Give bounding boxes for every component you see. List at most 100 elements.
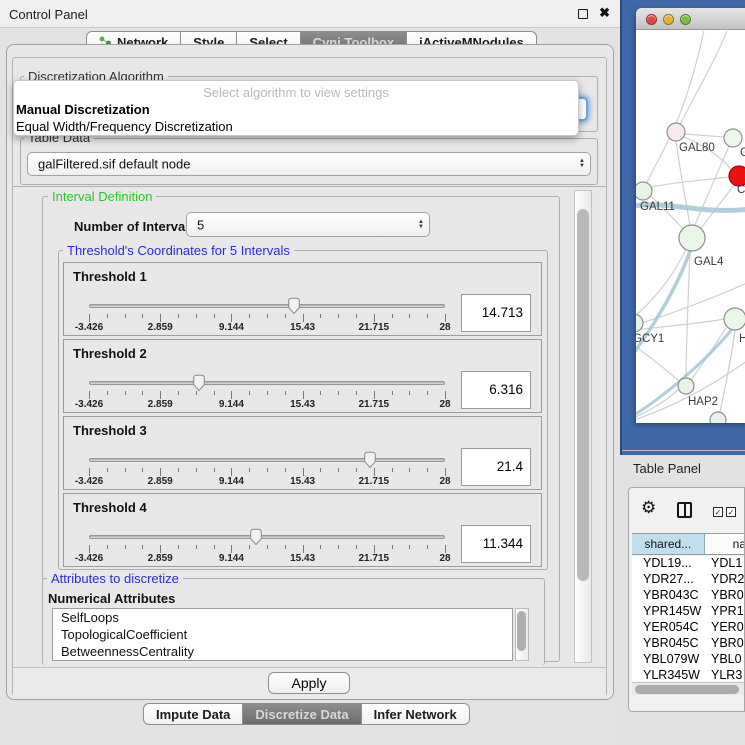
node-label: GCY1 [636, 333, 664, 345]
threshold-panel-4: Threshold 4-3.4262.8599.14415.4321.71528… [63, 493, 542, 567]
dropdown-hint-item[interactable]: Select algorithm to view settings [14, 81, 578, 101]
cell-shared-name: YDR27... [632, 572, 707, 588]
network-window[interactable]: GAL80GACGAL11GAL4GCY1HHAP2 [636, 8, 745, 423]
network-node[interactable] [679, 225, 705, 251]
apply-button[interactable]: Apply [268, 672, 350, 694]
slider-track[interactable] [89, 381, 445, 385]
split-columns-icon[interactable] [677, 502, 692, 518]
dropdown-item-manual-discretization[interactable]: Manual Discretization [14, 101, 578, 118]
table-row[interactable]: YBR045CYBR0 [632, 636, 745, 652]
network-node[interactable] [710, 412, 726, 423]
node-label: C [737, 184, 745, 196]
zoom-traffic-light-icon[interactable] [680, 14, 691, 25]
screen: Control Panel ✖ NetworkStyleSelectCyni T… [0, 0, 745, 745]
panel-title: Control Panel [9, 7, 88, 22]
cell-shared-name: YBR043C [632, 588, 707, 604]
network-window-titlebar[interactable] [636, 8, 745, 30]
attributes-scrollbar[interactable] [515, 608, 529, 661]
checkbox-icon[interactable]: ✓ [726, 507, 736, 517]
cell-shared-name: YPR145W [632, 604, 707, 620]
network-node[interactable] [729, 166, 745, 186]
attributes-group-label: Attributes to discretize [47, 571, 183, 586]
tab-label: Discretize Data [255, 707, 348, 722]
table-row[interactable]: YDL19...YDL1 [632, 556, 745, 572]
panel-scrollbar[interactable] [574, 190, 592, 663]
tab-discretize-data[interactable]: Discretize Data [243, 703, 361, 725]
network-node[interactable] [724, 308, 745, 330]
numerical-attributes-list[interactable]: SelfLoopsTopologicalCoefficientBetweenne… [52, 608, 513, 661]
slider-track[interactable] [89, 458, 445, 462]
threshold-label: Threshold 3 [73, 423, 147, 438]
cyni-mode-tabs: Impute Data Discretize Data Infer Network [143, 703, 470, 725]
cell-name: YLR3 [707, 668, 745, 681]
slider-tick-labels: -3.4262.8599.14415.4321.71528 [89, 322, 445, 334]
slider-track[interactable] [89, 304, 445, 308]
threshold-value-field[interactable]: 11.344 [461, 525, 531, 563]
gear-icon[interactable]: ⚙ [641, 498, 656, 518]
attribute-list-item[interactable]: SelfLoops [53, 609, 512, 626]
interval-definition-label: Interval Definition [48, 189, 156, 204]
slider-thumb[interactable] [362, 450, 378, 469]
tab-infer-network[interactable]: Infer Network [362, 703, 470, 725]
column-header-name[interactable]: na [705, 534, 745, 554]
attribute-list-item[interactable]: BetweennessCentrality [53, 643, 512, 660]
slider-tick-labels: -3.4262.8599.14415.4321.71528 [89, 553, 445, 565]
table-row[interactable]: YLR345WYLR3 [632, 668, 745, 681]
table-row[interactable]: YDR27...YDR2 [632, 572, 745, 588]
threshold-value-field[interactable]: 14.713 [461, 294, 531, 332]
column-header-shared-name[interactable]: shared... [632, 534, 705, 554]
network-node[interactable] [667, 123, 685, 141]
cell-name: YDL1 [707, 556, 745, 572]
slider-thumb[interactable] [286, 296, 302, 315]
cell-name: YDR2 [707, 572, 745, 588]
minimize-traffic-light-icon[interactable] [663, 14, 674, 25]
cell-name: YPR1 [707, 604, 745, 620]
section-divider [13, 186, 606, 187]
network-node[interactable] [678, 378, 694, 394]
network-desktop: GAL80GACGAL11GAL4GCY1HHAP2 [620, 0, 745, 455]
cell-name: YBL0 [707, 652, 745, 668]
apply-strip: Apply [13, 667, 606, 696]
table-row[interactable]: YBR043CYBR0 [632, 588, 745, 604]
panel-scrollbar-thumb[interactable] [577, 209, 589, 581]
table-hscrollbar[interactable] [632, 682, 745, 695]
threshold-panel-3: Threshold 3 -3.4262.8599.14415.4321.71528… [63, 416, 542, 490]
table-data-combobox[interactable]: galFiltered.sif default node ▲▼ [27, 152, 591, 176]
table-row[interactable]: YER054CYER0 [632, 620, 745, 636]
threshold-value-field[interactable]: 6.316 [461, 371, 531, 409]
threshold-label: Threshold 2 [73, 346, 147, 361]
cell-shared-name: YBL079W [632, 652, 707, 668]
float-window-icon[interactable] [578, 9, 588, 19]
tab-impute-data[interactable]: Impute Data [143, 703, 243, 725]
slider-track[interactable] [89, 535, 445, 539]
node-label: HAP2 [688, 396, 718, 408]
network-canvas[interactable]: GAL80GACGAL11GAL4GCY1HHAP2 [636, 31, 745, 423]
node-label: H [739, 333, 745, 345]
node-label: GA [740, 147, 745, 159]
number-of-intervals-value: 5 [197, 217, 204, 232]
cell-shared-name: YBR045C [632, 636, 707, 652]
tab-label: Impute Data [156, 707, 230, 722]
slider-tick-labels: -3.4262.8599.14415.4321.71528 [89, 476, 445, 488]
table-hscrollbar-thumb[interactable] [635, 685, 739, 694]
network-node[interactable] [724, 129, 742, 147]
table-row[interactable]: YPR145WYPR1 [632, 604, 745, 620]
spinner-arrows-icon: ▲▼ [418, 220, 424, 230]
attribute-list-item[interactable]: TopologicalCoefficient [53, 626, 512, 643]
dropdown-item-equal-width-frequency-discretization[interactable]: Equal Width/Frequency Discretization [14, 118, 578, 135]
checkbox-icon[interactable]: ✓ [713, 507, 723, 517]
threshold-value-field[interactable]: 21.4 [461, 448, 531, 486]
node-label: GAL80 [679, 142, 715, 154]
cell-shared-name: YLR345W [632, 668, 707, 681]
network-node[interactable] [636, 182, 652, 200]
slider-thumb[interactable] [191, 373, 207, 392]
close-icon[interactable]: ✖ [599, 5, 610, 21]
cell-name: YBR0 [707, 636, 745, 652]
tab-label: Infer Network [374, 707, 457, 722]
attributes-scrollbar-thumb[interactable] [517, 611, 526, 651]
table-row[interactable]: YBL079WYBL0 [632, 652, 745, 668]
number-of-intervals-spinner[interactable]: 5 ▲▼ [186, 212, 430, 237]
algorithm-dropdown-popup: Select algorithm to view settings Manual… [13, 80, 579, 136]
slider-thumb[interactable] [248, 527, 264, 546]
close-traffic-light-icon[interactable] [646, 14, 657, 25]
